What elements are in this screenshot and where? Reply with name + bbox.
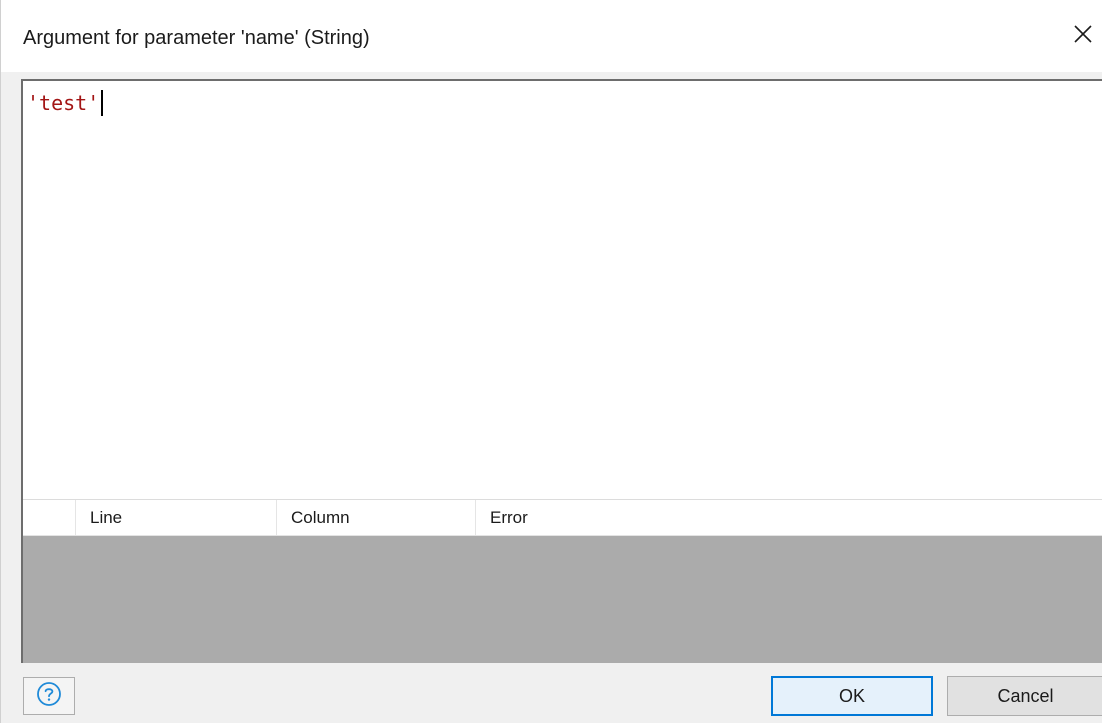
errors-table-header: Line Column Error [23,499,1102,536]
question-circle-icon [36,681,62,712]
title-bar: Argument for parameter 'name' (String) [1,0,1102,72]
expression-editor[interactable]: 'test' [21,79,1102,499]
code-text: 'test' [27,91,100,115]
code-line: 'test' [27,90,104,116]
column-header-column[interactable]: Column [277,500,476,535]
dialog-title: Argument for parameter 'name' (String) [23,27,370,49]
help-button[interactable] [23,677,75,715]
close-icon [1073,24,1093,49]
text-caret [101,90,104,116]
dialog-footer: OK Cancel [1,663,1102,723]
close-button[interactable] [1063,18,1102,54]
argument-dialog: Argument for parameter 'name' (String) '… [0,0,1102,723]
column-header-error[interactable]: Error [476,500,1102,535]
cancel-button[interactable]: Cancel [947,676,1102,716]
ok-button[interactable]: OK [771,676,933,716]
column-header-line[interactable]: Line [76,500,277,535]
errors-table[interactable]: Line Column Error [21,499,1102,663]
column-header-marker[interactable] [23,500,76,535]
